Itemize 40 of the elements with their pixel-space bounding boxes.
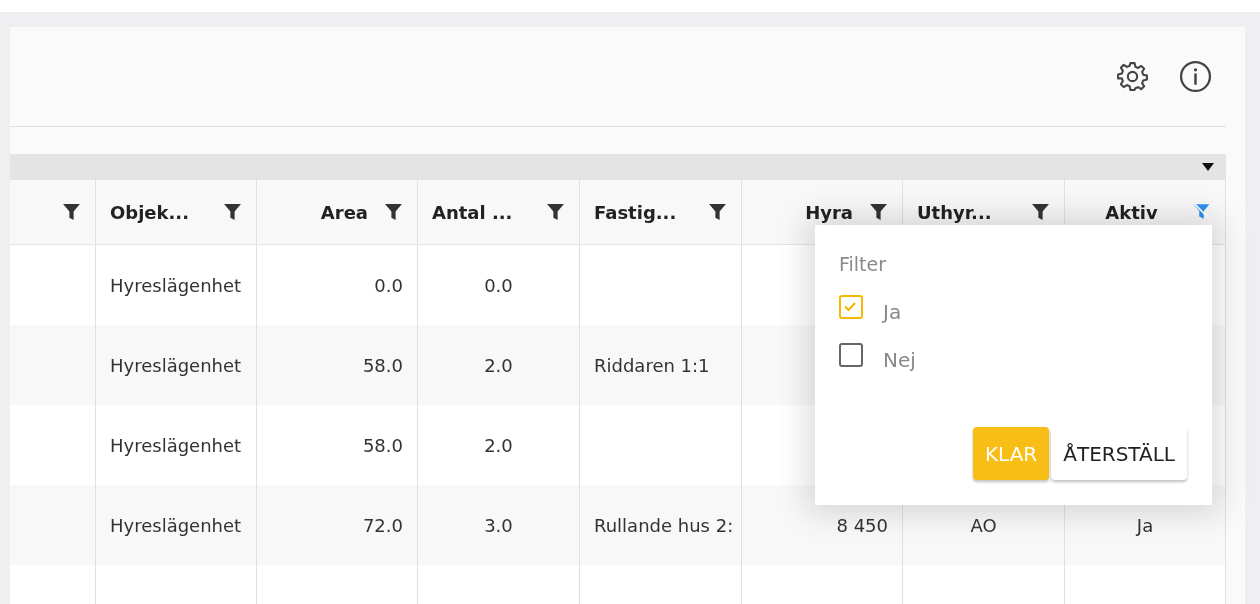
table-cell: 58.0: [362, 434, 403, 456]
checkbox[interactable]: [839, 295, 863, 319]
column-title[interactable]: Area: [271, 201, 376, 223]
table-cell: Hyreslägenhet: [110, 354, 242, 376]
option-label: Ja: [883, 299, 902, 324]
info-icon[interactable]: [1179, 60, 1212, 93]
table-cell: 2.0: [484, 354, 513, 376]
table-cell: Hyreslägenhet: [110, 514, 242, 536]
column-title[interactable]: Hyra: [756, 201, 861, 223]
table-cell: AO: [970, 514, 997, 536]
settings-icon[interactable]: [1116, 60, 1149, 93]
table-cell: Ja: [1136, 514, 1154, 536]
column-title[interactable]: Antal ...: [432, 201, 538, 223]
table-cell: Rullande hus 2:: [594, 514, 734, 536]
table-cell: Hyreslägenhet: [110, 274, 242, 296]
filter-icon[interactable]: [869, 203, 888, 221]
table-cell: 72.0: [362, 514, 403, 536]
option-label: Nej: [883, 347, 916, 372]
table-cell: 58.0: [362, 354, 403, 376]
reset-button[interactable]: ÅTERSTÄLL: [1051, 427, 1187, 480]
column-title[interactable]: Uthyr...: [917, 201, 1023, 223]
table-cell: 8 450: [836, 514, 888, 536]
filter-title: Filter: [839, 253, 888, 275]
column-title[interactable]: Aktiv: [1079, 201, 1184, 223]
table-cell: 2.0: [484, 434, 513, 456]
checkbox[interactable]: [839, 343, 863, 367]
table-cell: Hyreslägenhet: [110, 434, 242, 456]
column-title[interactable]: Objek...: [110, 201, 215, 223]
table-cell: Riddaren 1:1: [594, 354, 710, 376]
filter-icon[interactable]: [62, 203, 81, 221]
filter-icon[interactable]: [546, 203, 565, 221]
filter-icon[interactable]: [708, 203, 727, 221]
table-cell: 0.0: [484, 274, 513, 296]
column-title[interactable]: Fastig...: [594, 201, 700, 223]
filter-icon[interactable]: [384, 203, 403, 221]
collapse-icon[interactable]: [1202, 163, 1214, 171]
filter-icon[interactable]: [1031, 203, 1050, 221]
filter-icon[interactable]: [223, 203, 242, 221]
table-cell: 3.0: [484, 514, 513, 536]
table-cell: 0.0: [374, 274, 403, 296]
